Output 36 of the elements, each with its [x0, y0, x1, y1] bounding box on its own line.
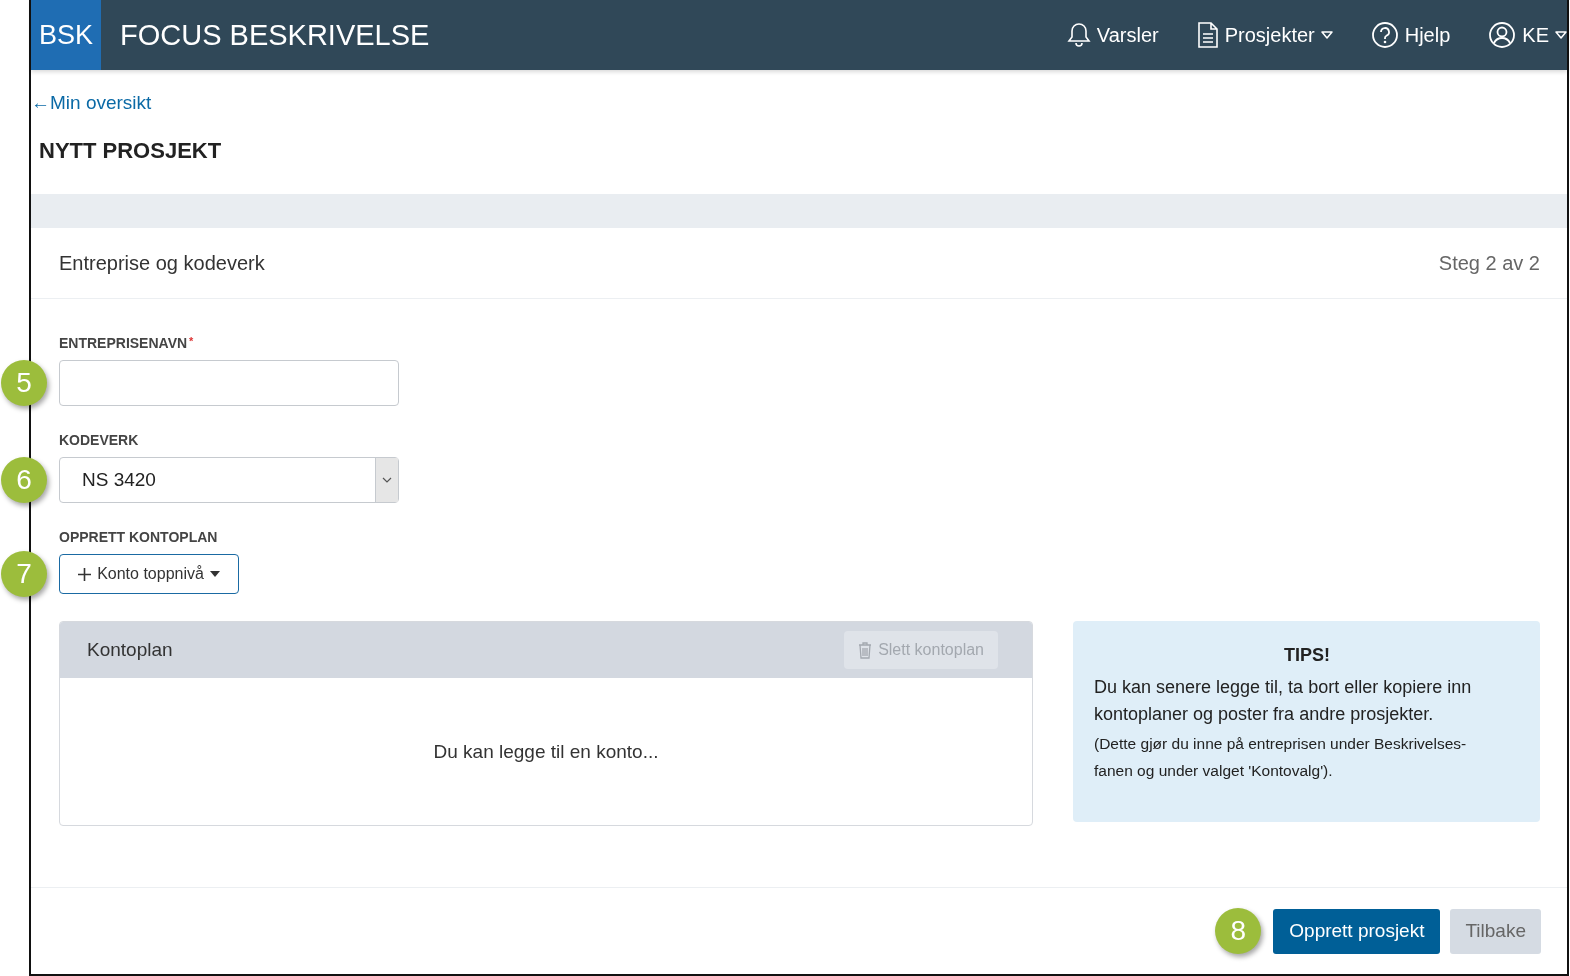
select-field[interactable]: NS 3420: [59, 457, 399, 503]
tips-text: Du kan senere legge til, ta bort eller kopiere inn kontoplaner og poster fra andre prosjekter.: [1094, 676, 1473, 726]
create-project-button[interactable]: Opprett prosjekt: [1273, 908, 1441, 954]
help-icon: [1370, 21, 1399, 49]
chevron-down-icon: [382, 477, 392, 483]
tips-note: (Dette gjør du inne på entreprisen under Beskrivelses-fanen og under valget 'Kontovalg').: [1094, 734, 1468, 781]
document-icon: [1196, 22, 1219, 48]
nav-item[interactable]: KE: [1488, 21, 1567, 49]
field-label: ENTREPRISENAVN*: [59, 335, 195, 351]
bell-icon: [1066, 22, 1091, 48]
caret-icon: [1320, 31, 1333, 39]
dropdown-button[interactable]: Konto toppnivå: [59, 554, 239, 594]
step-callout: 8: [1215, 908, 1262, 954]
step-indicator: Steg 2 av 2: [1438, 251, 1540, 275]
page-title: NYTT PROSJEKT: [39, 138, 222, 164]
step-callout: 5: [1, 360, 47, 406]
panel-title: Kontoplan: [87, 639, 173, 661]
step-callout: 7: [1, 551, 47, 597]
back-link[interactable]: ←Min oversikt: [31, 92, 152, 114]
card-title: Entreprise og kodeverk: [59, 251, 265, 275]
step-callout: 6: [1, 457, 47, 503]
empty-message: Du kan legge til en konto...: [433, 740, 659, 763]
app-title: FOCUS BESKRIVELSE: [120, 18, 430, 52]
field-label: KODEVERK: [59, 432, 140, 448]
trash-icon: [858, 641, 873, 659]
caret-icon: [1555, 31, 1567, 39]
logo[interactable]: BSK: [31, 0, 101, 70]
caret-icon: [209, 571, 220, 577]
nav-item[interactable]: Varsler: [1066, 22, 1159, 48]
user-icon: [1488, 21, 1517, 49]
plus-icon: [78, 567, 92, 581]
tips-title: TIPS!: [1283, 645, 1331, 666]
nav-item[interactable]: Prosjekter: [1196, 22, 1333, 48]
back-button[interactable]: Tilbake: [1450, 908, 1541, 954]
nav-item[interactable]: Hjelp: [1370, 21, 1451, 49]
field-label: OPPRETT KONTOPLAN: [59, 529, 219, 545]
